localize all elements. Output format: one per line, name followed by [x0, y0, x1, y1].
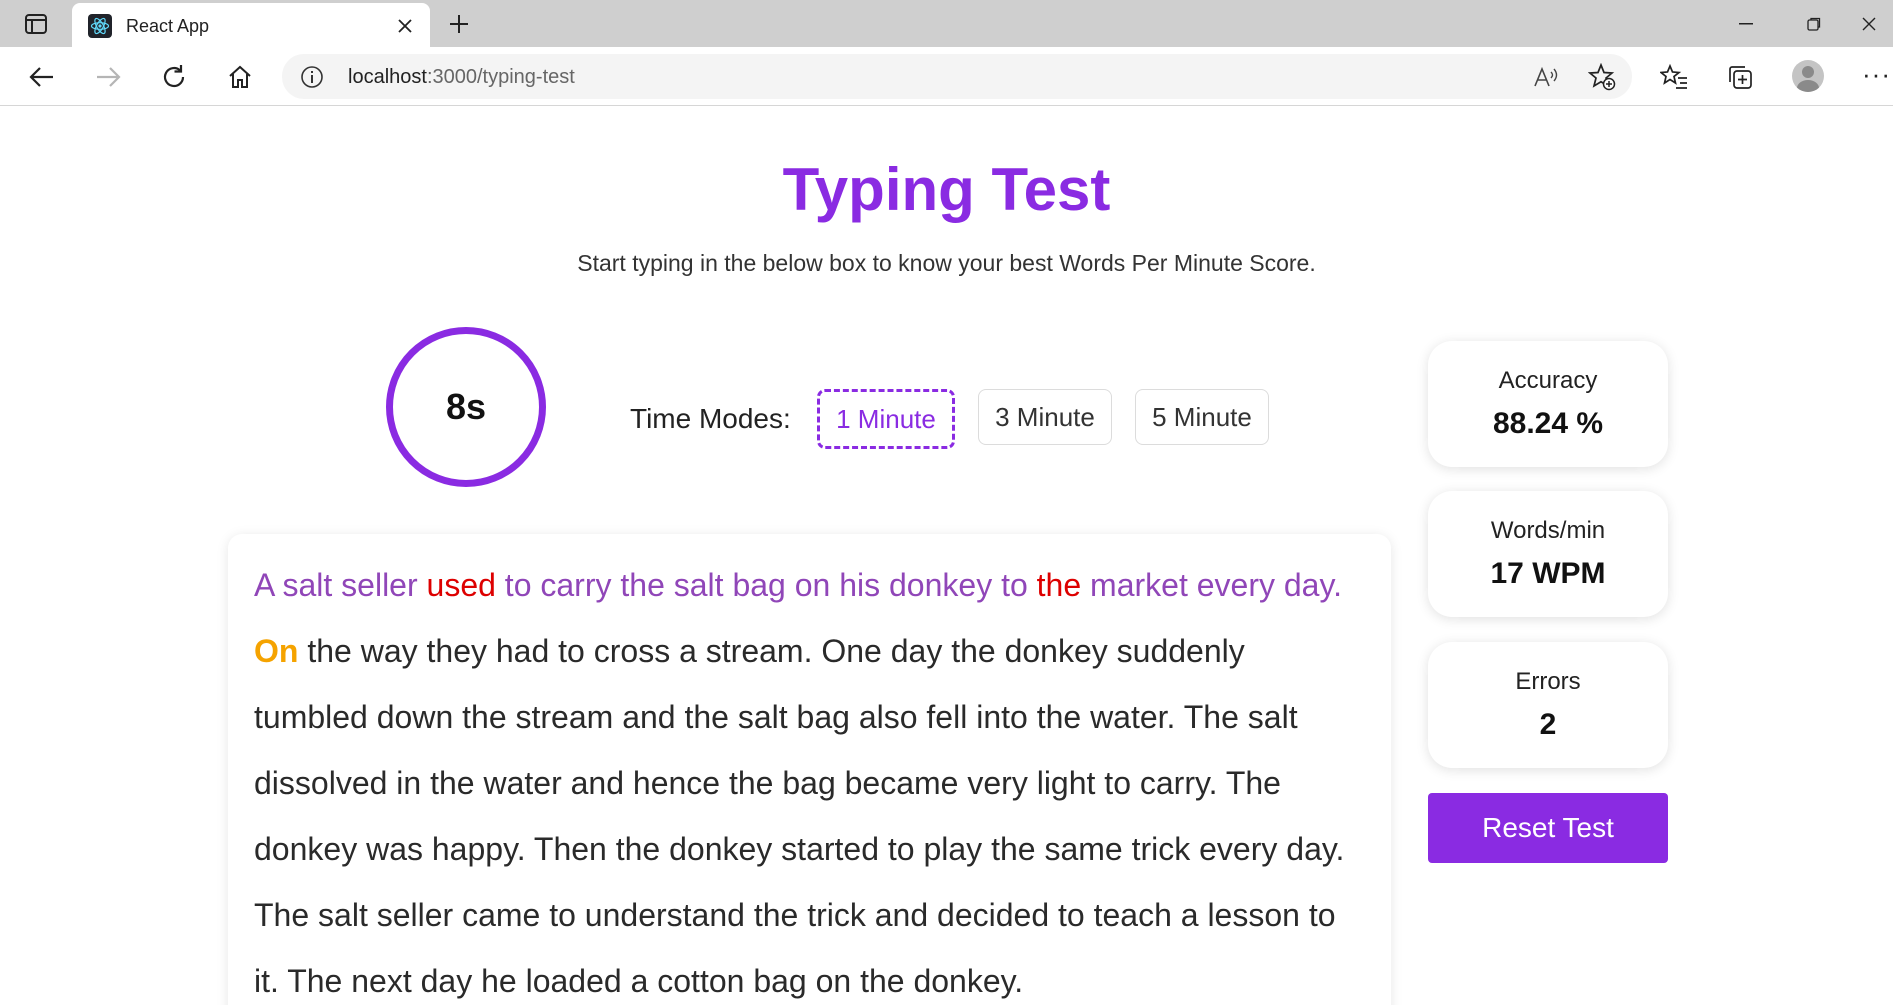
favorites-icon[interactable] [1656, 59, 1692, 95]
accuracy-value: 88.24 % [1492, 407, 1604, 440]
address-bar[interactable]: localhost:3000/typing-test [282, 54, 1632, 99]
typed-word-error: the [1036, 567, 1082, 603]
typed-word-correct: market every day. [1081, 567, 1342, 603]
forward-arrow-icon[interactable] [90, 59, 126, 95]
mode-5-minute-button[interactable]: 5 Minute [1135, 389, 1269, 445]
reset-test-button[interactable]: Reset Test [1428, 793, 1668, 863]
wpm-card: Words/min 17 WPM [1428, 491, 1668, 617]
collections-icon[interactable] [1722, 59, 1758, 95]
accuracy-label: Accuracy [1498, 367, 1598, 394]
new-tab-icon[interactable] [443, 8, 475, 40]
wpm-label: Words/min [1490, 517, 1606, 544]
restore-icon[interactable] [1790, 8, 1838, 40]
mode-5-minute-label: 5 Minute [1152, 401, 1252, 432]
current-word: On [254, 633, 299, 669]
typed-word-correct: to carry the salt bag on his donkey to [495, 567, 1037, 603]
remaining-text: the way they had to cross a stream. One … [254, 633, 1345, 999]
more-options-icon[interactable]: ··· [1862, 59, 1891, 90]
browser-tab[interactable]: React App [72, 3, 430, 47]
url-host: localhost [348, 66, 427, 88]
accuracy-card: Accuracy 88.24 % [1428, 341, 1668, 467]
wpm-value: 17 WPM [1490, 557, 1606, 590]
url-path: :3000/typing-test [426, 66, 575, 88]
profile-avatar[interactable] [1792, 60, 1824, 92]
read-aloud-icon[interactable] [1532, 63, 1560, 91]
page-subtitle: Start typing in the below box to know yo… [577, 250, 1316, 276]
close-window-icon[interactable] [1845, 8, 1893, 40]
errors-label: Errors [1515, 668, 1581, 695]
react-logo-icon [88, 14, 112, 38]
typed-word-correct: A salt seller [254, 567, 427, 603]
refresh-icon[interactable] [156, 59, 192, 95]
timer-value: 8s [445, 386, 487, 427]
browser-toolbar: localhost:3000/typing-test ··· [0, 47, 1893, 106]
mode-3-minute-label: 3 Minute [995, 401, 1095, 432]
time-modes-label: Time Modes: [630, 403, 791, 434]
typed-word-error: used [426, 567, 496, 603]
mode-1-minute-button[interactable]: 1 Minute [817, 389, 955, 449]
minimize-icon[interactable] [1722, 8, 1770, 40]
mode-1-minute-label: 1 Minute [836, 403, 936, 434]
back-arrow-icon[interactable] [24, 59, 60, 95]
errors-value: 2 [1539, 708, 1557, 741]
close-tab-icon[interactable] [392, 13, 418, 39]
tab-title: React App [126, 16, 210, 36]
tab-actions-icon[interactable] [20, 10, 52, 38]
mode-3-minute-button[interactable]: 3 Minute [978, 389, 1112, 445]
typing-passage: A salt seller used to carry the salt bag… [254, 552, 1365, 1005]
add-favorite-icon[interactable] [1588, 63, 1616, 91]
countdown-timer: 8s [386, 327, 546, 487]
page-title: Typing Test [782, 156, 1111, 223]
site-info-icon[interactable] [300, 65, 324, 89]
typing-passage-box[interactable]: A salt seller used to carry the salt bag… [228, 534, 1391, 1005]
reset-test-label: Reset Test [1482, 812, 1614, 843]
browser-tab-bar: React App [0, 0, 1893, 47]
errors-card: Errors 2 [1428, 642, 1668, 768]
home-icon[interactable] [222, 59, 258, 95]
url-text[interactable]: localhost:3000/typing-test [348, 66, 575, 89]
